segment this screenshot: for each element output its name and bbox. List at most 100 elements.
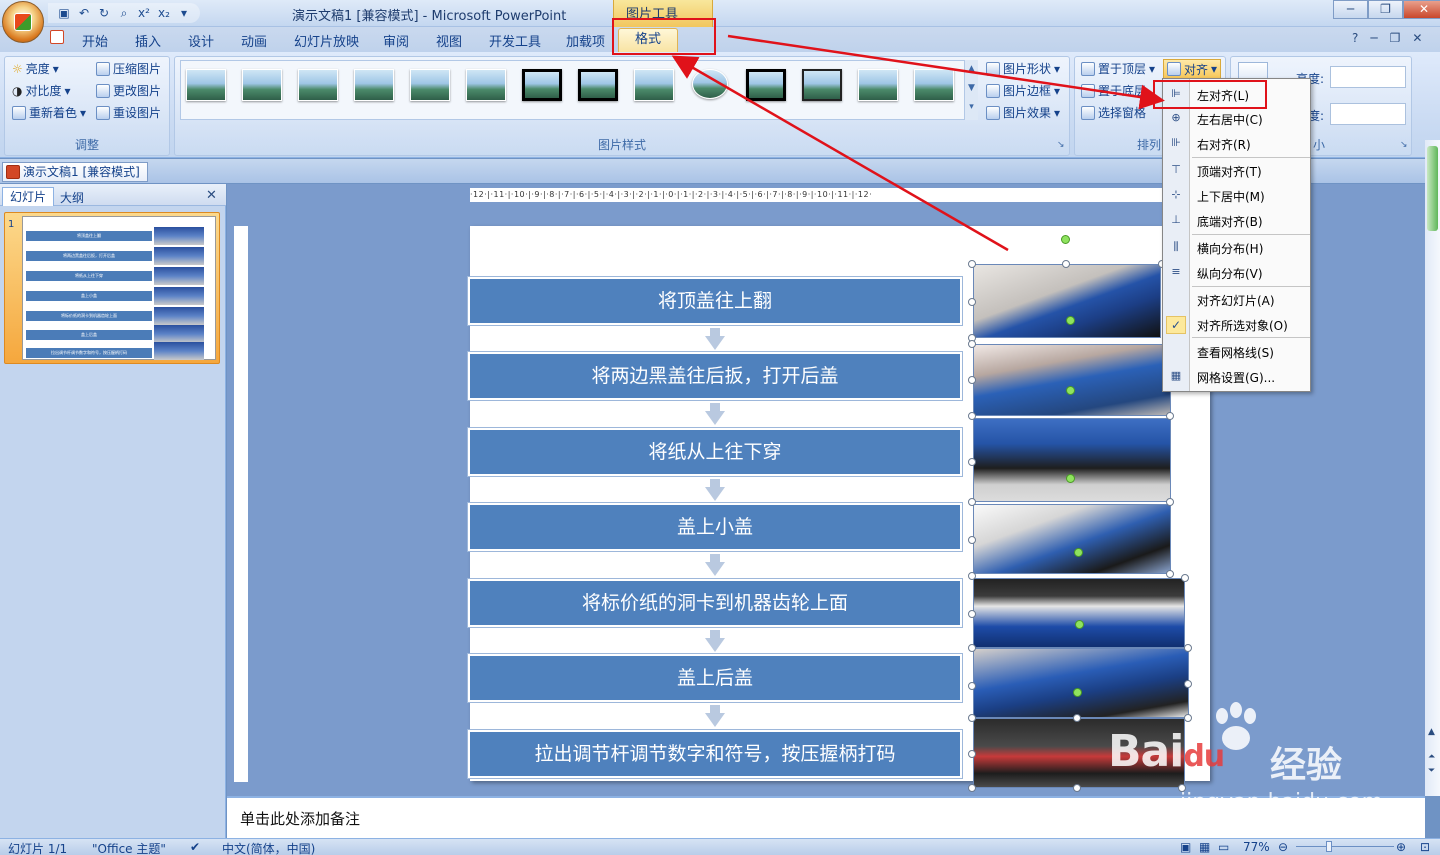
restore-icon[interactable]: ❐ bbox=[1368, 0, 1403, 19]
style-thumb[interactable] bbox=[298, 69, 338, 101]
tab-slides[interactable]: 幻灯片 bbox=[2, 187, 54, 206]
style-thumb[interactable] bbox=[692, 69, 728, 99]
resize-handle[interactable] bbox=[968, 458, 976, 466]
resize-handle[interactable] bbox=[968, 340, 976, 348]
scrollbar-thumb[interactable] bbox=[1427, 146, 1438, 231]
zoom-level[interactable]: 77% bbox=[1243, 840, 1270, 854]
rotate-handle[interactable] bbox=[1066, 316, 1075, 325]
rotate-handle[interactable] bbox=[1066, 474, 1075, 483]
print-preview-icon[interactable]: ⌕ bbox=[116, 5, 132, 21]
send-to-back-button[interactable]: 置于底层 bbox=[1081, 82, 1146, 99]
picture-shape-button[interactable]: 图片形状 ▾ bbox=[986, 60, 1060, 77]
style-thumb[interactable] bbox=[858, 69, 898, 101]
resize-handle[interactable] bbox=[968, 376, 976, 384]
tab-home[interactable]: 开始 bbox=[82, 31, 108, 50]
photo-3[interactable] bbox=[973, 418, 1171, 502]
resize-handle[interactable] bbox=[968, 750, 976, 758]
zoom-slider-thumb[interactable] bbox=[1326, 841, 1332, 852]
photo-5[interactable] bbox=[973, 578, 1185, 648]
recolor-button[interactable]: 重新着色 ▾ bbox=[12, 104, 86, 121]
step-box-6[interactable]: 盖上后盖 bbox=[468, 654, 962, 702]
brightness-button[interactable]: ☼ 亮度 ▾ bbox=[12, 60, 59, 77]
slide-thumbnail[interactable]: 将顶盖往上翻 将两边黑盖往后扳，打开后盖 将纸从上往下穿 盖上小盖 将标价纸的洞… bbox=[22, 216, 216, 360]
height-input[interactable] bbox=[1330, 66, 1406, 88]
rotate-handle[interactable] bbox=[1061, 235, 1070, 244]
spellcheck-icon[interactable]: ✔ bbox=[190, 840, 200, 854]
step-box-1[interactable]: 将顶盖往上翻 bbox=[468, 277, 962, 325]
resize-handle[interactable] bbox=[1184, 714, 1192, 722]
resize-handle[interactable] bbox=[1073, 714, 1081, 722]
photo-6[interactable] bbox=[973, 648, 1189, 718]
step-box-2[interactable]: 将两边黑盖往后扳，打开后盖 bbox=[468, 352, 962, 400]
menu-grid-settings[interactable]: 网格设置(G)... bbox=[1197, 369, 1275, 386]
style-thumb[interactable] bbox=[802, 69, 842, 101]
gallery-up-icon[interactable]: ▲ bbox=[968, 64, 975, 74]
contrast-button[interactable]: ◑ 对比度 ▾ bbox=[12, 82, 71, 99]
resize-handle[interactable] bbox=[968, 610, 976, 618]
customize-icon[interactable]: ▾ bbox=[176, 5, 192, 21]
app-menu-icon[interactable] bbox=[50, 30, 64, 44]
resize-handle[interactable] bbox=[1184, 644, 1192, 652]
fit-window-icon[interactable]: ⊡ bbox=[1420, 840, 1430, 854]
view-slideshow-icon[interactable]: ▭ bbox=[1218, 840, 1229, 854]
align-button[interactable]: 对齐 ▾ bbox=[1163, 59, 1222, 79]
help-icon[interactable]: ? bbox=[1352, 31, 1358, 45]
style-thumb[interactable] bbox=[914, 69, 954, 101]
prev-slide-icon[interactable]: ⏶ bbox=[1428, 752, 1435, 762]
tab-addins[interactable]: 加载项 bbox=[566, 31, 605, 50]
menu-align-center[interactable]: 左右居中(C) bbox=[1197, 111, 1263, 128]
rotate-handle[interactable] bbox=[1075, 620, 1084, 629]
photo-4[interactable] bbox=[973, 504, 1171, 574]
rotate-handle[interactable] bbox=[1074, 548, 1083, 557]
subscript-icon[interactable]: x₂ bbox=[156, 5, 172, 21]
photo-1[interactable] bbox=[973, 264, 1161, 338]
dialog-launcher-icon[interactable]: ↘ bbox=[1400, 140, 1408, 150]
resize-handle[interactable] bbox=[968, 572, 976, 580]
picture-effects-button[interactable]: 图片效果 ▾ bbox=[986, 104, 1060, 121]
vertical-scrollbar[interactable] bbox=[1425, 140, 1440, 796]
style-thumb[interactable] bbox=[186, 69, 226, 101]
gallery-more-icon[interactable]: ▾ bbox=[969, 102, 974, 112]
menu-align-top[interactable]: 顶端对齐(T) bbox=[1197, 163, 1262, 180]
tab-slideshow[interactable]: 幻灯片放映 bbox=[294, 31, 359, 50]
view-normal-icon[interactable]: ▣ bbox=[1180, 840, 1191, 854]
tab-review[interactable]: 审阅 bbox=[383, 31, 409, 50]
reset-picture-button[interactable]: 重设图片 bbox=[96, 104, 161, 121]
resize-handle[interactable] bbox=[968, 498, 976, 506]
resize-handle[interactable] bbox=[1166, 412, 1174, 420]
step-box-3[interactable]: 将纸从上往下穿 bbox=[468, 428, 962, 476]
minimize-doc-icon[interactable]: ─ bbox=[1370, 31, 1377, 45]
zoom-in-icon[interactable]: ⊕ bbox=[1396, 840, 1406, 854]
style-thumb[interactable] bbox=[242, 69, 282, 101]
menu-align-slide[interactable]: 对齐幻灯片(A) bbox=[1197, 292, 1275, 309]
view-sorter-icon[interactable]: ▦ bbox=[1199, 840, 1210, 854]
selection-pane-button[interactable]: 选择窗格 bbox=[1081, 104, 1146, 121]
resize-handle[interactable] bbox=[1184, 680, 1192, 688]
tab-insert[interactable]: 插入 bbox=[135, 31, 161, 50]
style-thumb[interactable] bbox=[466, 69, 506, 101]
change-picture-button[interactable]: 更改图片 bbox=[96, 82, 161, 99]
superscript-icon[interactable]: x² bbox=[136, 5, 152, 21]
save-icon[interactable]: ▣ bbox=[56, 5, 72, 21]
resize-handle[interactable] bbox=[968, 260, 976, 268]
redo-icon[interactable]: ↻ bbox=[96, 5, 112, 21]
tab-view[interactable]: 视图 bbox=[436, 31, 462, 50]
step-box-4[interactable]: 盖上小盖 bbox=[468, 503, 962, 551]
resize-handle[interactable] bbox=[968, 412, 976, 420]
tab-design[interactable]: 设计 bbox=[188, 31, 214, 50]
resize-handle[interactable] bbox=[1166, 498, 1174, 506]
next-slide-icon[interactable]: ⏷ bbox=[1428, 766, 1435, 776]
office-button[interactable] bbox=[2, 1, 44, 43]
tab-animation[interactable]: 动画 bbox=[241, 31, 267, 50]
photo-2[interactable] bbox=[973, 344, 1171, 416]
compress-pictures-button[interactable]: 压缩图片 bbox=[96, 60, 161, 77]
menu-distribute-horizontal[interactable]: 横向分布(H) bbox=[1197, 240, 1263, 257]
resize-handle[interactable] bbox=[968, 784, 976, 792]
style-thumb[interactable] bbox=[410, 69, 450, 101]
step-box-7[interactable]: 拉出调节杆调节数字和符号，按压握柄打码 bbox=[468, 730, 962, 778]
gallery-down-icon[interactable]: ▼ bbox=[968, 83, 975, 93]
restore-doc-icon[interactable]: ❐ bbox=[1390, 31, 1401, 45]
menu-align-right[interactable]: 右对齐(R) bbox=[1197, 136, 1251, 153]
resize-handle[interactable] bbox=[968, 536, 976, 544]
zoom-slider[interactable] bbox=[1296, 846, 1394, 847]
